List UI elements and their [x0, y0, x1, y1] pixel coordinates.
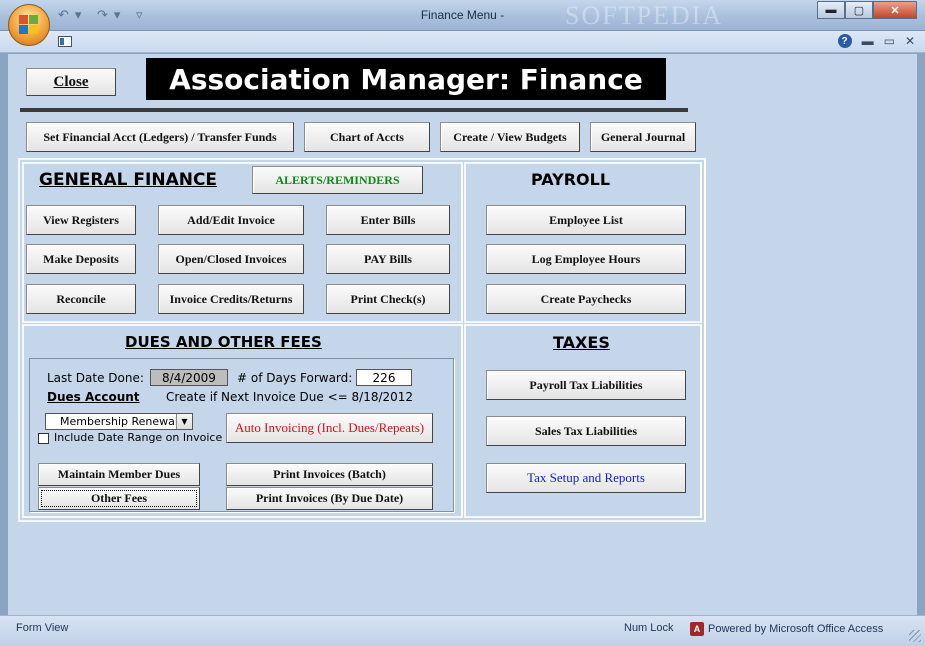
employee-list-button[interactable]: Employee List [486, 205, 686, 235]
document-controls: ? ▬ ▭ ✕ [837, 34, 915, 48]
finance-form: Close Association Manager: Finance Set F… [8, 54, 917, 615]
include-date-range-label: Include Date Range on Invoice [54, 431, 223, 444]
view-registers-button[interactable]: View Registers [26, 205, 136, 235]
reconcile-button[interactable]: Reconcile [26, 284, 136, 314]
maintain-member-dues-button[interactable]: Maintain Member Dues [38, 463, 200, 486]
alerts-reminders-button[interactable]: ALERTS/REMINDERS [252, 166, 423, 194]
payroll-heading: PAYROLL [531, 170, 611, 189]
invoice-credits-button[interactable]: Invoice Credits/Returns [158, 284, 304, 314]
budgets-button[interactable]: Create / View Budgets [440, 122, 580, 152]
print-invoices-batch-button[interactable]: Print Invoices (Batch) [226, 463, 433, 486]
numlock-status: Num Lock [624, 622, 674, 634]
page-title: Association Manager: Finance [146, 58, 666, 100]
resize-grip-icon[interactable] [909, 630, 921, 642]
chevron-down-icon[interactable]: ▼ [176, 414, 192, 429]
dues-type-combo[interactable]: Membership Renewal ▼ [45, 413, 193, 430]
ledgers-button[interactable]: Set Financial Acct (Ledgers) / Transfer … [26, 122, 294, 152]
general-journal-button[interactable]: General Journal [590, 122, 696, 152]
days-forward-label: # of Days Forward: [237, 371, 353, 385]
access-icon: A [690, 622, 704, 636]
document-bar: ? ▬ ▭ ✕ [0, 31, 925, 53]
view-status: Form View [16, 622, 69, 634]
office-button[interactable] [8, 4, 50, 46]
print-checks-button[interactable]: Print Check(s) [326, 284, 450, 314]
dues-heading: DUES AND OTHER FEES [125, 333, 322, 351]
add-edit-invoice-button[interactable]: Add/Edit Invoice [158, 205, 304, 235]
include-date-range-checkbox[interactable] [38, 433, 49, 444]
office-logo-icon [19, 15, 39, 35]
window-title: Finance Menu - [420, 8, 505, 22]
last-date-label: Last Date Done: [47, 371, 144, 385]
make-deposits-button[interactable]: Make Deposits [26, 244, 136, 274]
help-icon[interactable]: ? [837, 34, 852, 48]
doc-restore-icon[interactable]: ▭ [884, 34, 895, 48]
other-fees-button[interactable]: Other Fees [38, 487, 200, 510]
sales-tax-liabilities-button[interactable]: Sales Tax Liabilities [486, 416, 686, 446]
minimize-button[interactable]: ▬ [817, 1, 845, 19]
powered-by: A Powered by Microsoft Office Access [690, 622, 883, 636]
payroll-tax-liabilities-button[interactable]: Payroll Tax Liabilities [486, 370, 686, 400]
window-close-button[interactable]: ✕ [873, 1, 917, 19]
days-forward-field[interactable]: 226 [356, 369, 412, 386]
powered-by-text: Powered by Microsoft Office Access [708, 623, 884, 635]
doc-close-icon[interactable]: ✕ [905, 34, 915, 48]
pay-bills-button[interactable]: PAY Bills [326, 244, 450, 274]
auto-invoicing-button[interactable]: Auto Invoicing (Incl. Dues/Repeats) [226, 413, 433, 443]
log-employee-hours-button[interactable]: Log Employee Hours [486, 244, 686, 274]
last-date-field[interactable]: 8/4/2009 [150, 369, 228, 386]
window-controls: ▬ ▢ ✕ [817, 1, 917, 19]
divider [20, 108, 688, 112]
create-paychecks-button[interactable]: Create Paychecks [486, 284, 686, 314]
form-icon [58, 36, 72, 47]
status-bar: Form View Num Lock A Powered by Microsof… [0, 615, 925, 646]
next-due-text: Create if Next Invoice Due <= 8/18/2012 [166, 390, 414, 404]
dues-account-link[interactable]: Dues Account [47, 390, 140, 404]
close-button[interactable]: Close [26, 68, 116, 96]
open-closed-invoices-button[interactable]: Open/Closed Invoices [158, 244, 304, 274]
tax-setup-reports-button[interactable]: Tax Setup and Reports [486, 463, 686, 493]
watermark: SOFTPEDIA [565, 1, 724, 30]
chart-of-accts-button[interactable]: Chart of Accts [304, 122, 430, 152]
taxes-heading: TAXES [553, 333, 610, 352]
enter-bills-button[interactable]: Enter Bills [326, 205, 450, 235]
title-bar: ↶▾ ↷▾ ▿ Finance Menu - SOFTPEDIA ▬ ▢ ✕ [0, 0, 925, 31]
dues-type-value: Membership Renewal [60, 415, 178, 428]
print-invoices-due-date-button[interactable]: Print Invoices (By Due Date) [226, 487, 433, 510]
maximize-button[interactable]: ▢ [845, 1, 873, 19]
doc-minimize-icon[interactable]: ▬ [862, 34, 874, 48]
general-finance-heading: GENERAL FINANCE [39, 170, 218, 190]
